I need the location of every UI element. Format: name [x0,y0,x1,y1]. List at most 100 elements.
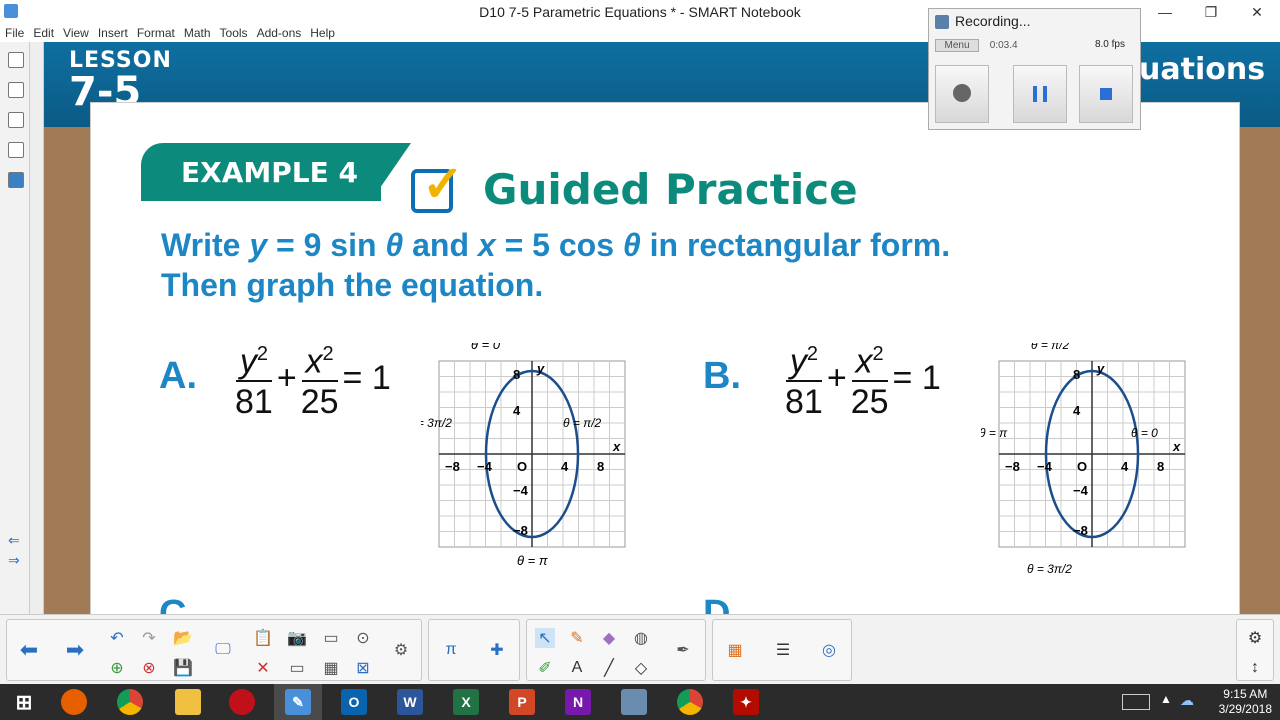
display-screen-icon[interactable]: 🖵 [213,640,233,660]
example-tab: EXAMPLE 4 [141,143,411,201]
maximize-button[interactable]: ❐ [1188,0,1234,24]
recorder-menu-button[interactable]: Menu [935,39,979,52]
close-button[interactable]: ✕ [1234,0,1280,24]
taskbar-outlook[interactable]: O [330,684,378,720]
shape-icon[interactable]: ◇ [631,658,651,678]
line-icon[interactable]: ╱ [599,658,619,678]
x-tick-label: 8 [1157,459,1164,474]
document-camera-icon[interactable]: ⊙ [353,628,373,648]
slide-paper: EXAMPLE 4 ✓ Guided Practice Write y = 9 … [90,102,1240,614]
record-button[interactable] [935,65,989,123]
gallery-icon[interactable] [8,82,24,98]
choice-d-label: D [703,593,731,614]
x-tick-label: O [1077,459,1087,474]
taskbar-acrobat[interactable]: ✦ [722,684,770,720]
keyboard-icon[interactable] [1122,694,1150,710]
choice-b-label: B. [703,355,741,397]
windows-logo-icon: ⊞ [15,691,33,714]
x-tick-label: −4 [1037,459,1053,474]
next-page-icon[interactable]: ➡ [65,637,85,662]
taskbar-onenote[interactable]: N [554,684,602,720]
windows-taskbar: ⊞ ✎ O W X P N ✦ ▲ ☁ 9:15 AM 3/29/2018 [0,684,1280,720]
clock[interactable]: 9:15 AM 3/29/2018 [1219,687,1272,717]
text-icon[interactable]: A [567,658,587,678]
menu-view[interactable]: View [63,26,89,40]
screen-capture-icon[interactable]: 📷 [287,628,307,648]
properties-pen-icon[interactable]: ✒ [673,640,693,660]
pen-icon[interactable]: ✎ [567,628,587,648]
minimize-button[interactable]: — [1142,0,1188,24]
redo-icon[interactable]: ↷ [139,628,159,648]
menu-help[interactable]: Help [310,26,335,40]
y-tick-label: 4 [1073,403,1081,418]
taskbar-explorer[interactable] [164,684,212,720]
select-icon[interactable]: ↖ [535,628,555,648]
tray-up-icon[interactable]: ▲ [1160,692,1172,706]
undo-icon[interactable]: ↶ [107,628,127,648]
creative-pen-icon[interactable]: ✐ [535,658,555,678]
taskbar-excel[interactable]: X [442,684,490,720]
taskbar-smart-notebook[interactable]: ✎ [274,684,322,720]
taskbar-recorder[interactable] [218,684,266,720]
fill-icon[interactable]: ◍ [631,628,651,648]
stop-button[interactable] [1079,65,1133,123]
taskbar-word[interactable]: W [386,684,434,720]
clear-icon[interactable]: ✕ [253,658,273,678]
menu-insert[interactable]: Insert [98,26,128,40]
chrome-icon [117,689,143,715]
menu-addons[interactable]: Add-ons [257,26,302,40]
eraser-icon[interactable]: ◆ [599,628,619,648]
menu-format[interactable]: Format [137,26,175,40]
section-title: Guided Practice [483,165,858,214]
addon-puzzle-icon[interactable]: ✚ [487,640,507,660]
menu-file[interactable]: File [5,26,24,40]
paste-icon[interactable]: 📋 [253,628,273,648]
taskbar-network[interactable] [610,684,658,720]
table-icon[interactable]: ▦ [321,658,341,678]
full-screen-icon[interactable]: ▭ [287,658,307,678]
shade-icon[interactable]: ▭ [321,628,341,648]
recorder-fps: 8.0 fps [1094,39,1125,50]
color-palette-icon[interactable]: ▦ [725,640,745,660]
response-icon[interactable]: ⚙ [391,640,411,660]
taskbar-chrome[interactable] [106,684,154,720]
save-icon[interactable]: 💾 [173,658,193,678]
graph-a-label-left: θ = 3π/2 [421,416,452,430]
start-button[interactable]: ⊞ [0,684,48,720]
taskbar-chrome-2[interactable] [666,684,714,720]
previous-page-icon[interactable]: ⬅ [19,637,39,662]
addons-icon[interactable] [8,172,24,188]
y-tick-label: −8 [513,523,528,538]
y-tick-label: 4 [513,403,521,418]
attachments-icon[interactable] [8,112,24,128]
arrow-right-icon[interactable]: ⇒ [8,552,24,568]
y-tick-label: −4 [1073,483,1089,498]
x-tick-label: −8 [1005,459,1020,474]
properties-icon[interactable] [8,142,24,158]
pause-button[interactable] [1013,65,1067,123]
menu-tools[interactable]: Tools [220,26,248,40]
taskbar-firefox[interactable] [50,684,98,720]
open-file-icon[interactable]: 📂 [173,628,193,648]
firefox-icon [61,689,87,715]
settings-gear-icon[interactable]: ⚙ [1245,628,1265,648]
move-toolbar-icon[interactable]: ↕ [1245,658,1265,678]
header-title-partial: uations [1139,52,1266,87]
word-icon: W [397,689,423,715]
taskbar-powerpoint[interactable]: P [498,684,546,720]
close-tool-icon[interactable]: ⊠ [353,658,373,678]
delete-page-icon[interactable]: ⊗ [139,658,159,678]
menu-edit[interactable]: Edit [33,26,54,40]
math-tools-icon[interactable]: π [441,640,461,660]
line-style-icon[interactable]: ☰ [773,640,793,660]
add-page-icon[interactable]: ⊕ [107,658,127,678]
page-sorter-icon[interactable] [8,52,24,68]
x-tick-label: O [517,459,527,474]
fill-effects-icon[interactable]: ◎ [819,640,839,660]
menu-math[interactable]: Math [184,26,211,40]
record-icon [953,84,971,102]
onedrive-icon[interactable]: ☁ [1180,692,1194,709]
arrow-left-icon[interactable]: ⇐ [8,532,24,548]
acrobat-icon: ✦ [733,689,759,715]
vertical-scrollbar[interactable] [30,42,44,614]
